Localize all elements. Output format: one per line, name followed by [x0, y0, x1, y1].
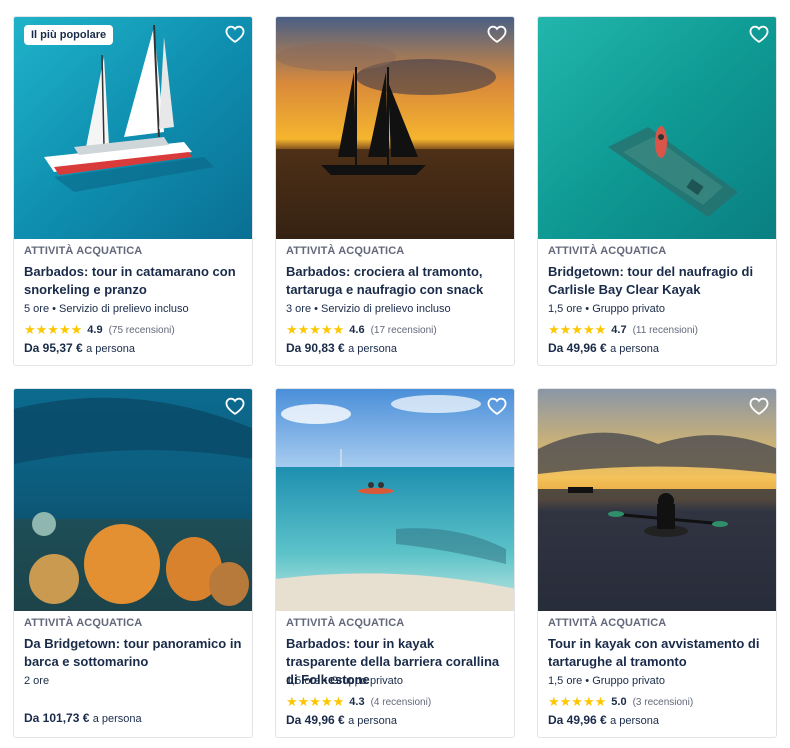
submarine-reef-photo[interactable] [14, 389, 252, 611]
price-unit: a persona [86, 343, 135, 355]
activity-category: ATTIVITÀ ACQUATICA [286, 245, 405, 257]
star-rating-icon: ★★★★★ [548, 694, 607, 709]
sunset-kayak-photo[interactable] [538, 389, 776, 611]
most-popular-badge: Il più popolare [24, 25, 114, 45]
activity-price: Da 49,96 € a persona [548, 713, 768, 727]
activity-title[interactable]: Da Bridgetown: tour panoramico in barca … [24, 635, 244, 671]
activity-category: ATTIVITÀ ACQUATICA [24, 245, 143, 257]
activity-duration: 2 ore [24, 675, 50, 687]
price-unit: a persona [610, 343, 659, 355]
catamaran-photo[interactable]: Il più popolare [14, 17, 252, 239]
activity-card[interactable]: ATTIVITÀ ACQUATICA Barbados: crociera al… [275, 16, 515, 366]
activity-card[interactable]: Il più popolare ATTIVITÀ ACQUATICA Barba… [13, 16, 253, 366]
shipwreck-kayak-photo[interactable] [538, 17, 776, 239]
activity-title[interactable]: Barbados: tour in kayak trasparente dell… [286, 635, 506, 687]
activity-title[interactable]: Barbados: crociera al tramonto, tartarug… [286, 263, 506, 299]
clear-kayak-beach-photo[interactable] [276, 389, 514, 611]
activity-rating: ★★★★★ 4.6 (17 recensioni) [286, 322, 506, 338]
activity-title[interactable]: Tour in kayak con avvistamento di tartar… [548, 635, 768, 671]
rating-score: 4.7 [611, 324, 627, 336]
price-amount: Da 101,73 € [24, 711, 90, 725]
activity-price: Da 49,96 € a persona [286, 713, 506, 727]
activity-rating: ★★★★★ 4.7 (11 recensioni) [548, 322, 768, 338]
activity-rating: ★★★★★ 4.9 (75 recensioni) [24, 322, 244, 338]
rating-score: 5.0 [611, 696, 627, 708]
heart-icon[interactable] [486, 395, 508, 417]
review-count: (75 recensioni) [108, 324, 175, 336]
rating-score: 4.9 [87, 324, 103, 336]
activity-card[interactable]: ATTIVITÀ ACQUATICA Da Bridgetown: tour p… [13, 388, 253, 738]
activity-card[interactable]: ATTIVITÀ ACQUATICA Bridgetown: tour del … [537, 16, 777, 366]
star-rating-icon: ★★★★★ [548, 322, 607, 337]
activity-card[interactable]: ATTIVITÀ ACQUATICA Tour in kayak con avv… [537, 388, 777, 738]
price-amount: Da 49,96 € [286, 713, 345, 727]
activity-price: Da 101,73 € a persona [24, 711, 142, 725]
activity-rating: ★★★★★ 5.0 (3 recensioni) [548, 694, 768, 710]
activity-rating: ★★★★★ 4.3 (4 recensioni) [286, 694, 506, 710]
price-amount: Da 90,83 € [286, 341, 345, 355]
activity-price: Da 49,96 € a persona [548, 341, 768, 355]
activity-duration: 3 ore • Servizio di prelievo incluso [286, 303, 451, 315]
heart-icon[interactable] [748, 395, 770, 417]
activity-duration: 1,5 ore • Gruppo privato [548, 675, 665, 687]
review-count: (17 recensioni) [370, 324, 437, 336]
activity-title[interactable]: Bridgetown: tour del naufragio di Carlis… [548, 263, 768, 299]
heart-icon[interactable] [224, 395, 246, 417]
activity-category: ATTIVITÀ ACQUATICA [24, 617, 143, 629]
sunset-cruise-photo[interactable] [276, 17, 514, 239]
activity-duration: 1,5 ore • Gruppo privato [548, 303, 665, 315]
review-count: (3 recensioni) [632, 696, 694, 708]
price-unit: a persona [92, 713, 142, 725]
heart-icon[interactable] [486, 23, 508, 45]
star-rating-icon: ★★★★★ [24, 322, 83, 337]
price-unit: a persona [348, 343, 397, 355]
price-unit: a persona [610, 715, 659, 727]
heart-icon[interactable] [224, 23, 246, 45]
rating-score: 4.6 [349, 324, 365, 336]
rating-score: 4.3 [349, 696, 365, 708]
activity-card[interactable]: ATTIVITÀ ACQUATICA Barbados: tour in kay… [275, 388, 515, 738]
star-rating-icon: ★★★★★ [286, 694, 345, 709]
price-amount: Da 49,96 € [548, 341, 607, 355]
price-amount: Da 95,37 € [24, 341, 83, 355]
activity-price: Da 90,83 € a persona [286, 341, 506, 355]
star-rating-icon: ★★★★★ [286, 322, 345, 337]
review-count: (4 recensioni) [370, 696, 432, 708]
review-count: (11 recensioni) [632, 324, 698, 336]
activity-category: ATTIVITÀ ACQUATICA [548, 617, 667, 629]
activity-price: Da 95,37 € a persona [24, 341, 244, 355]
price-unit: a persona [348, 715, 397, 727]
price-amount: Da 49,96 € [548, 713, 607, 727]
activity-duration: 5 ore • Servizio di prelievo incluso [24, 303, 189, 315]
activity-category: ATTIVITÀ ACQUATICA [286, 617, 405, 629]
activity-category: ATTIVITÀ ACQUATICA [548, 245, 667, 257]
activity-title[interactable]: Barbados: tour in catamarano con snorkel… [24, 263, 244, 299]
heart-icon[interactable] [748, 23, 770, 45]
